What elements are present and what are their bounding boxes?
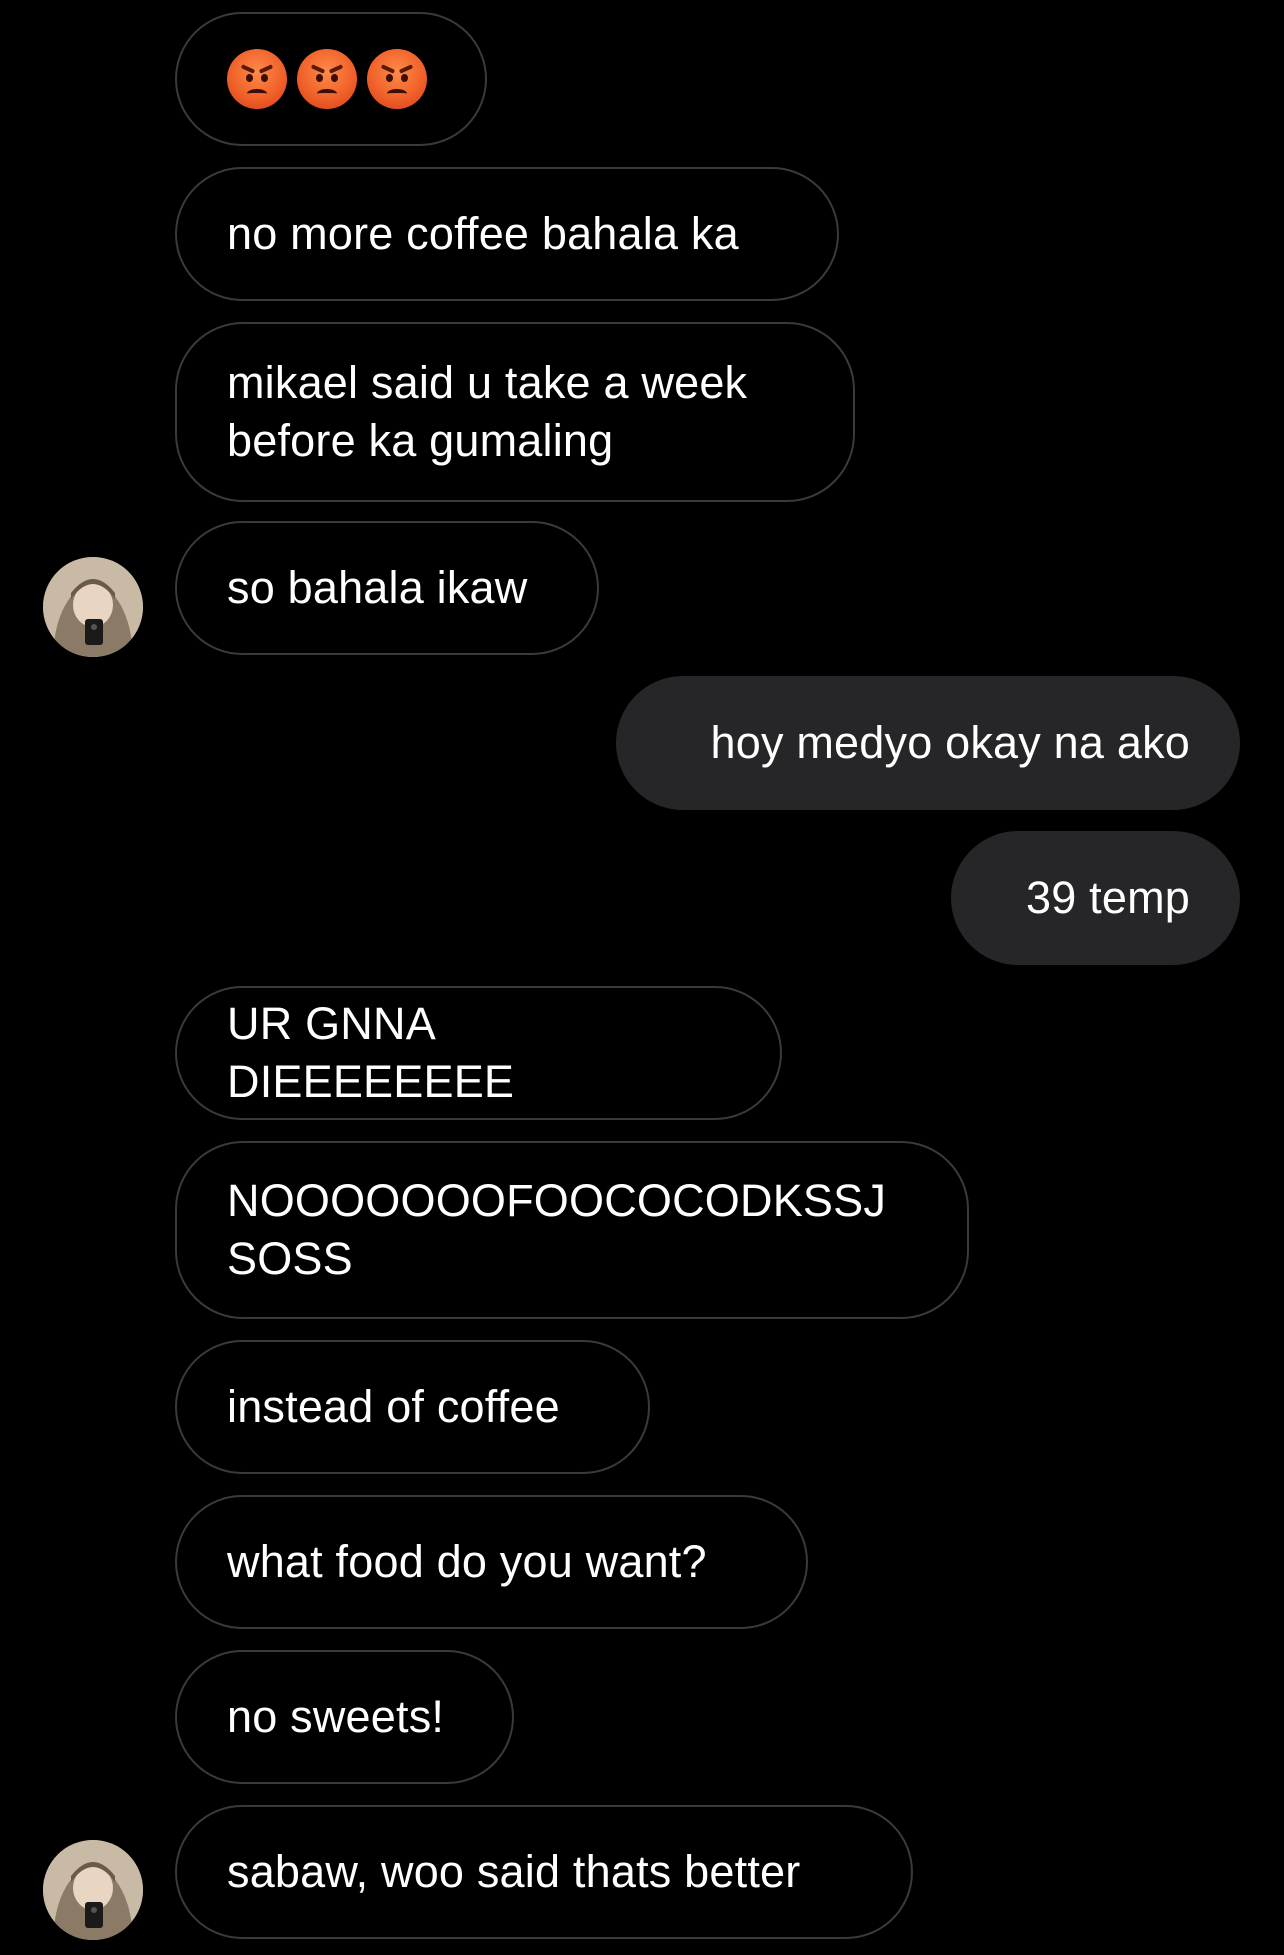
message-text: 39 temp xyxy=(1026,872,1190,923)
avatar-photo-icon xyxy=(43,1840,143,1940)
message-text: instead of coffee xyxy=(227,1381,560,1432)
message-text: hoy medyo okay na ako xyxy=(710,717,1190,768)
message-text: sabaw, woo said thats better xyxy=(227,1846,801,1897)
angry-face-emoji-icon xyxy=(227,49,287,109)
message-bubble-incoming[interactable]: no more coffee bahala ka xyxy=(175,167,839,301)
message-text: UR GNNA DIEEEEEEEE xyxy=(227,998,515,1107)
message-bubble-incoming[interactable]: so bahala ikaw xyxy=(175,521,599,655)
emoji-row xyxy=(227,49,427,109)
message-bubble-incoming[interactable]: UR GNNA DIEEEEEEEE xyxy=(175,986,782,1120)
message-bubble-incoming[interactable]: what food do you want? xyxy=(175,1495,808,1629)
message-bubble-incoming[interactable]: NOOOOOOOFOOCOCODKSSJ SOSS xyxy=(175,1141,969,1319)
avatar-photo-icon xyxy=(43,557,143,657)
message-bubble-incoming[interactable] xyxy=(175,12,487,146)
angry-face-emoji-icon xyxy=(367,49,427,109)
sender-avatar[interactable] xyxy=(43,1840,143,1940)
message-bubble-outgoing[interactable]: hoy medyo okay na ako xyxy=(616,676,1240,810)
sender-avatar[interactable] xyxy=(43,557,143,657)
message-bubble-incoming[interactable]: sabaw, woo said thats better xyxy=(175,1805,913,1939)
message-text: what food do you want? xyxy=(227,1536,707,1587)
message-text: no sweets! xyxy=(227,1691,445,1742)
message-bubble-incoming[interactable]: mikael said u take a week before ka guma… xyxy=(175,322,855,502)
angry-face-emoji-icon xyxy=(297,49,357,109)
message-text: no more coffee bahala ka xyxy=(227,208,739,259)
message-text: so bahala ikaw xyxy=(227,562,528,613)
message-bubble-outgoing[interactable]: 39 temp xyxy=(951,831,1240,965)
message-bubble-incoming[interactable]: no sweets! xyxy=(175,1650,514,1784)
message-text: NOOOOOOOFOOCOCODKSSJ SOSS xyxy=(227,1175,887,1284)
message-bubble-incoming[interactable]: instead of coffee xyxy=(175,1340,650,1474)
message-text: mikael said u take a week before ka guma… xyxy=(227,357,748,466)
